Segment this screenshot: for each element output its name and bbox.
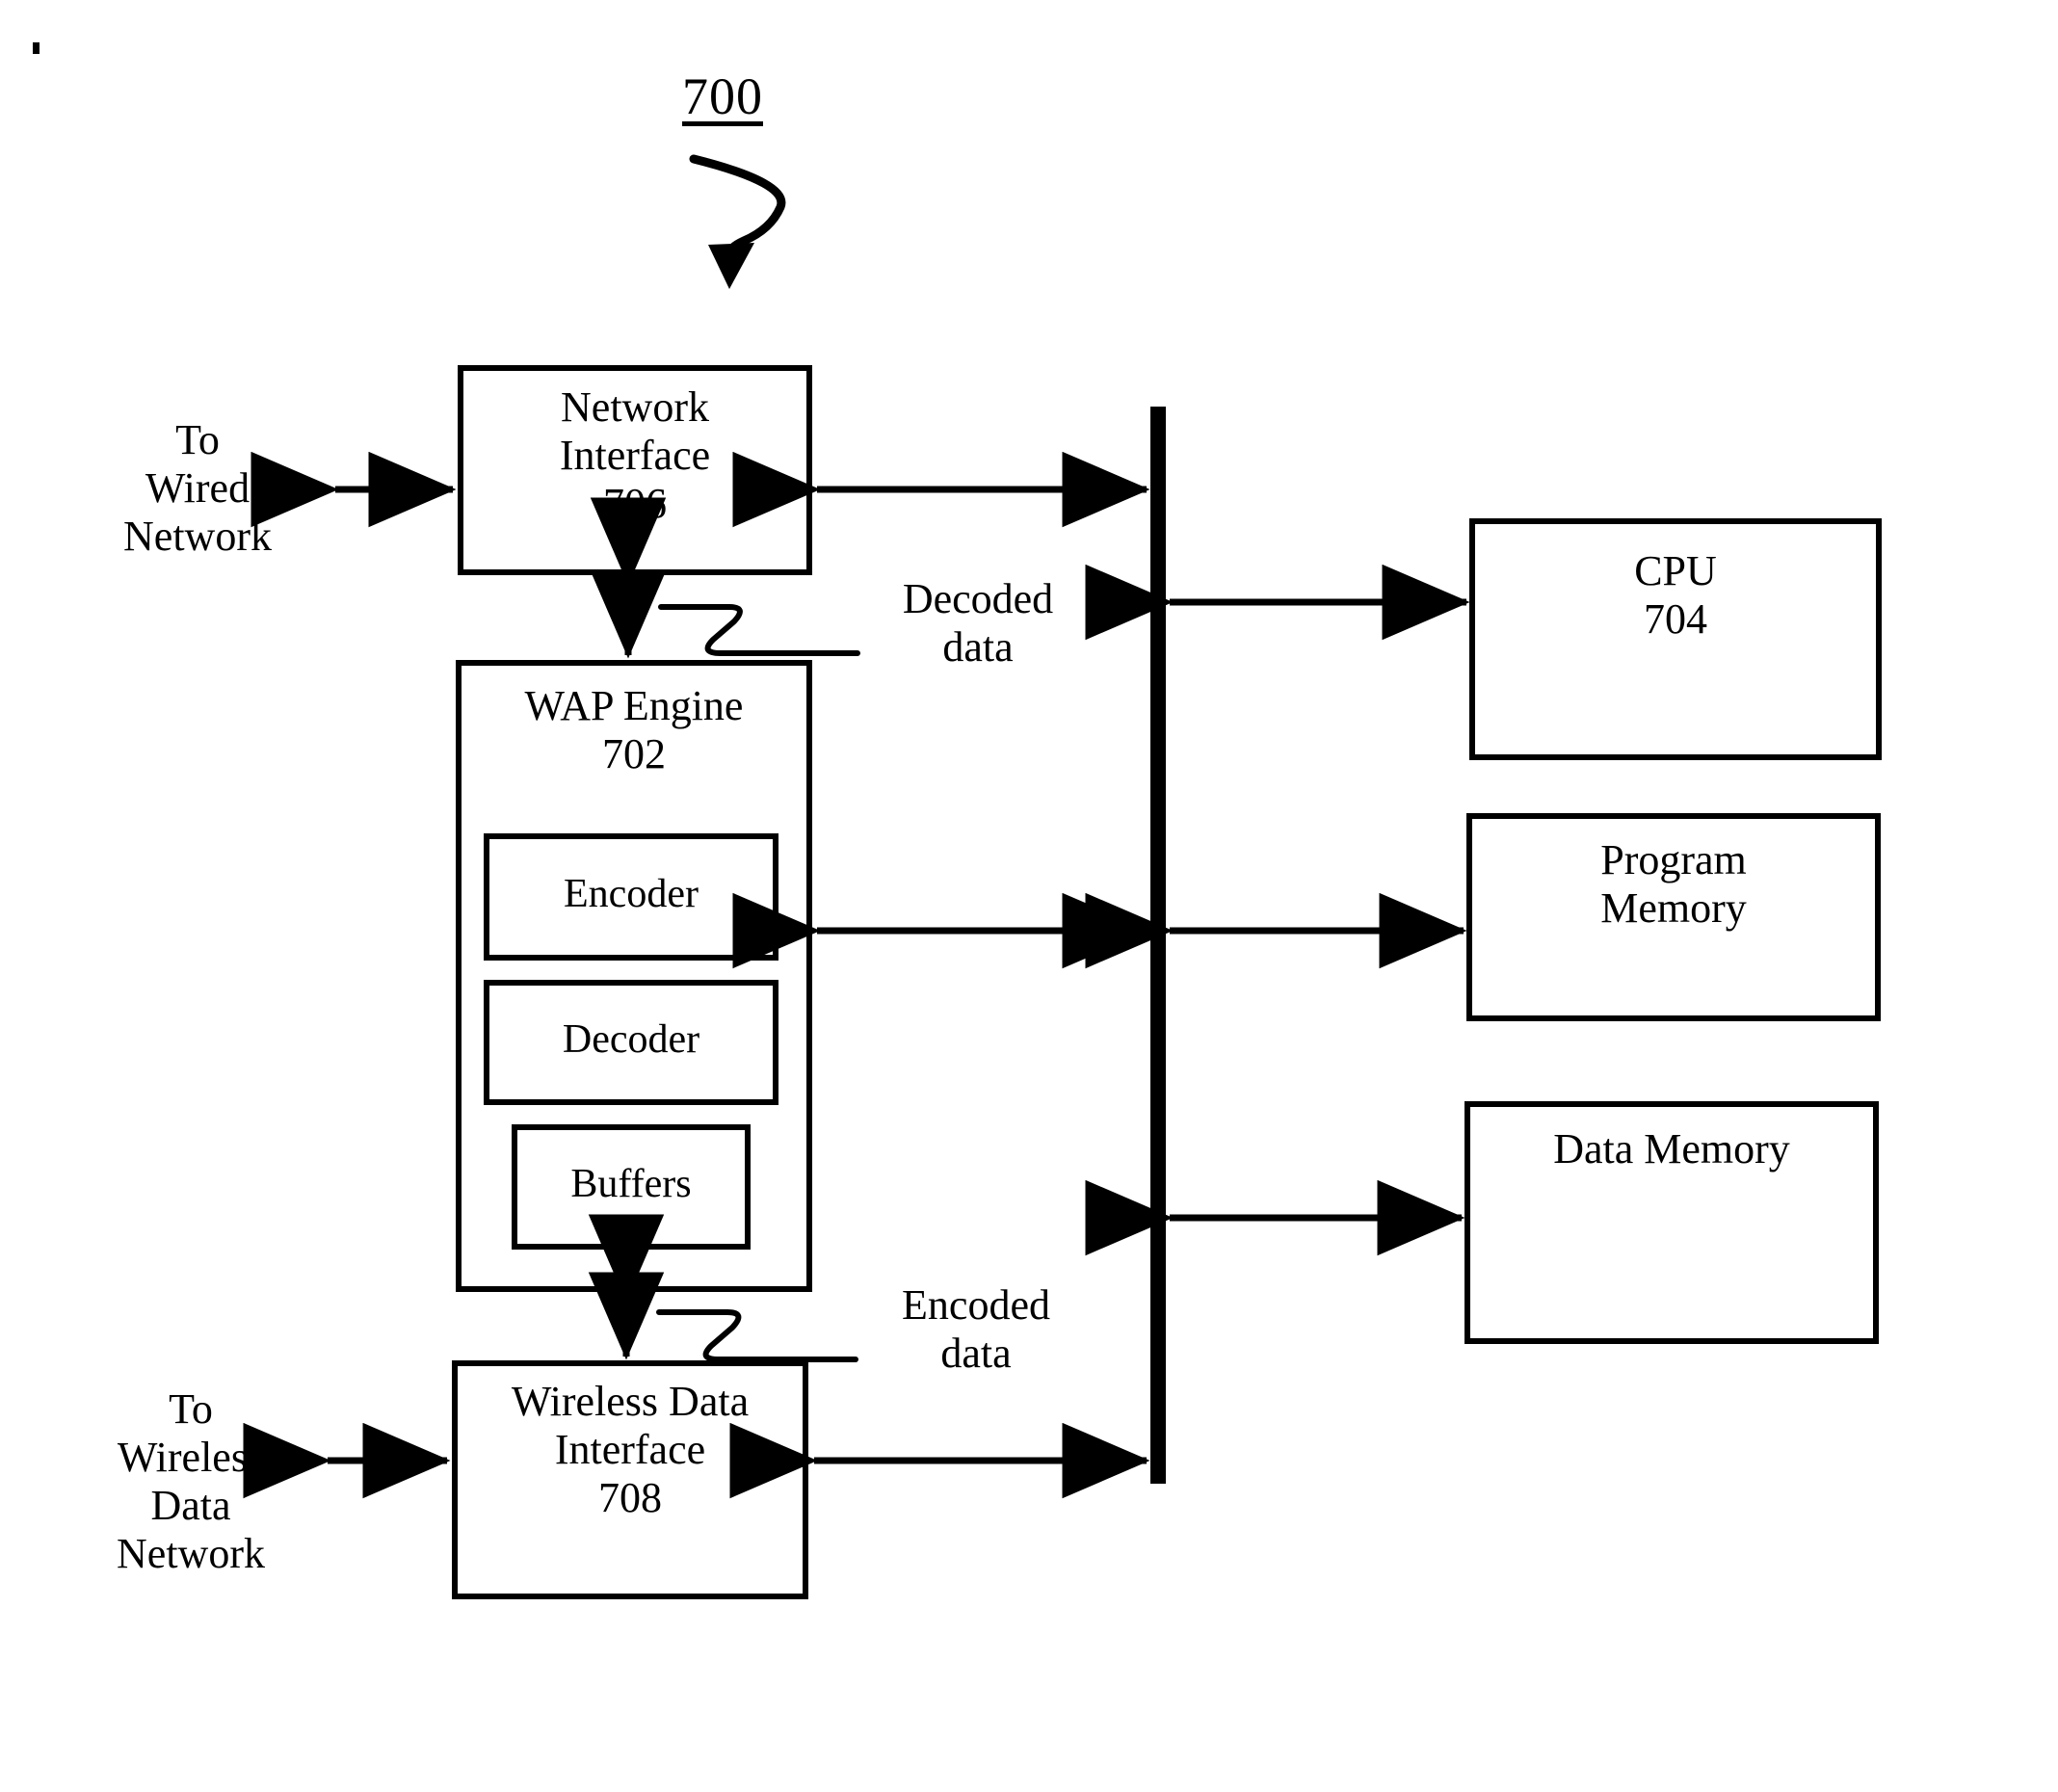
encoded-data-annotation: Encoded data [902, 1281, 1050, 1378]
encoder-label: Encoder [564, 872, 699, 916]
encoded-data-leader [656, 1309, 858, 1362]
wap-engine-label: WAP Engine 702 [524, 682, 744, 778]
decoded-data-annotation: Decoded data [902, 575, 1054, 672]
figure-number: 700 [682, 67, 763, 125]
to-wired-network-label: To Wired Network [123, 416, 272, 561]
decoder-label: Decoder [562, 1017, 700, 1062]
network-interface-label: Network Interface 706 [559, 383, 711, 528]
to-wireless-data-network-label: To Wireless Data Network [117, 1385, 265, 1578]
data-memory-label: Data Memory [1553, 1125, 1790, 1173]
scan-artifact-speck [33, 42, 40, 54]
figure-700-diagram: 700 Network Interface 706 WAP Engine 702… [0, 0, 2058, 1792]
cpu-label: CPU 704 [1634, 547, 1717, 644]
program-memory-label: Program Memory [1600, 836, 1747, 933]
decoded-data-leader [658, 604, 860, 656]
wireless-data-interface-label: Wireless Data Interface 708 [511, 1378, 750, 1522]
figure-number-arrow [689, 154, 786, 289]
buffers-label: Buffers [570, 1162, 692, 1206]
system-bus-bar [1150, 407, 1166, 1484]
